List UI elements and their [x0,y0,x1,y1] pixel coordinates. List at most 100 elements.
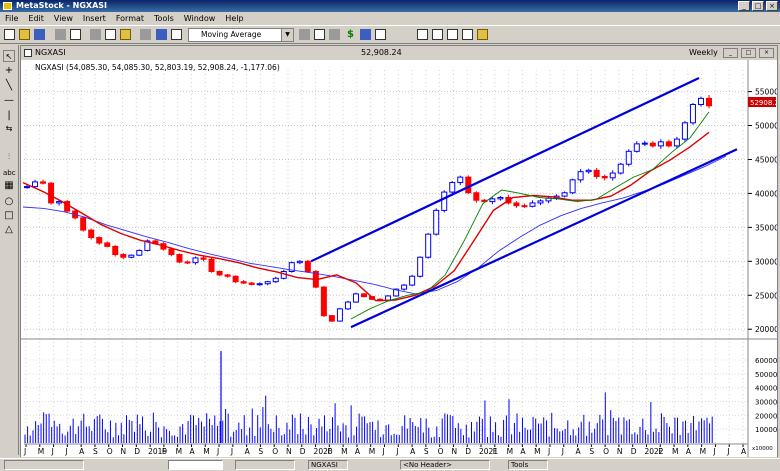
chart-window-icon [24,49,32,57]
price-candle [465,175,472,194]
move-icon[interactable] [156,29,167,40]
time-axis-label: S [589,447,594,456]
time-axis-label: F [658,447,662,456]
price-candle [352,292,359,303]
time-axis-label: S [424,447,429,456]
paste-icon[interactable] [120,29,131,40]
formula-icon[interactable] [375,29,386,40]
price-candle [112,245,119,257]
volume-axis-label: 60000 [755,357,777,365]
time-axis-label: O [438,447,444,456]
price-candle [625,149,632,167]
status-tools[interactable]: Tools [508,460,548,470]
text-tool-icon[interactable]: abc [3,167,16,179]
speed-lines-icon[interactable]: ⇆ [3,123,15,135]
time-axis-label: N [121,447,127,456]
explorer-icon[interactable] [329,29,340,40]
price-candle [441,190,448,213]
status-cell-blank [4,460,84,470]
expert-advisor-icon[interactable] [314,29,325,40]
time-axis-label: M [700,447,706,456]
price-candle [425,233,432,259]
close-button[interactable]: × [766,1,778,11]
time-axis-label: O [107,447,113,456]
cycle-lines-icon[interactable]: ⫶ [3,151,15,163]
chart-close-button[interactable]: × [759,48,774,58]
menu-file[interactable]: File [0,12,23,25]
price-candle [136,249,143,257]
print-icon[interactable] [55,29,66,40]
system-tester-icon[interactable]: $ [345,29,356,40]
menu-insert[interactable]: Insert [78,12,111,25]
pointer-icon[interactable]: ↖ [3,50,15,62]
chart-maximize-button[interactable]: □ [741,48,756,58]
menu-window[interactable]: Window [179,12,221,25]
price-axis-label: 35000 [755,223,777,232]
chevron-down-icon[interactable]: ▼ [281,29,293,41]
time-axis-label: F [327,447,331,456]
time-axis-label: J [51,447,54,456]
price-candle [232,275,239,284]
print-preview-icon[interactable] [70,29,81,40]
cascade-icon[interactable] [417,29,428,40]
price-candle [48,181,55,205]
time-axis-label: N [617,447,623,456]
layout-icon[interactable] [477,29,488,40]
optimization-icon[interactable] [360,29,371,40]
metastock-app-icon [3,2,12,10]
grid-tool-icon[interactable]: ▦ [3,180,15,192]
chart-window-titlebar[interactable]: NGXASI 52,908.24 Weekly _ □ × [21,46,777,61]
open-folder-icon[interactable] [19,29,30,40]
time-axis-label: O [603,447,609,456]
new-file-icon[interactable] [4,29,15,40]
save-icon[interactable] [34,29,45,40]
status-cell-tools [235,460,295,470]
price-candle [409,274,416,287]
price-candle [681,120,688,143]
copy-icon[interactable] [105,29,116,40]
status-layout[interactable]: <No Header> [400,460,490,470]
time-axis-label: S [258,447,263,456]
price-legend: NGXASI (54,085.30, 54,085.30, 52,803.19,… [35,63,280,72]
price-candle [208,257,215,273]
grid-icon[interactable] [462,29,473,40]
crosshair-icon[interactable]: + [3,65,15,77]
time-axis-label: J [382,447,385,456]
cut-icon[interactable] [90,29,101,40]
indicator-select[interactable]: Moving Average ▼ [188,28,294,42]
status-security[interactable]: NGXASI [308,460,348,470]
menu-view[interactable]: View [49,12,78,25]
time-axis-label: J [216,447,219,456]
time-axis-label: D [300,447,306,456]
ellipse-tool-icon[interactable]: ○ [3,196,15,208]
color-palette[interactable] [168,460,223,470]
triangle-tool-icon[interactable]: △ [3,224,15,236]
menu-tools[interactable]: Tools [149,12,179,25]
rectangle-tool-icon[interactable]: □ [3,210,15,222]
menu-help[interactable]: Help [220,12,248,25]
chart-minimize-button[interactable]: _ [723,48,738,58]
horizontal-line-icon[interactable]: — [3,95,15,107]
zoom-icon[interactable] [171,29,182,40]
time-axis-label: J [395,447,398,456]
time-axis-label: M [341,447,347,456]
chart-price-display: 52,908.24 [361,48,402,57]
tile-vertical-icon[interactable] [447,29,458,40]
minimize-button[interactable]: _ [738,1,750,11]
menu-edit[interactable]: Edit [23,12,49,25]
time-axis-label: A [520,447,526,456]
maximize-button[interactable]: □ [752,1,764,11]
undo-icon[interactable] [140,29,151,40]
indicator-icon[interactable] [299,29,310,40]
price-axis-label: 25000 [755,291,777,300]
price-axis-label: 55000 [755,88,777,97]
time-axis-label: M [369,447,375,456]
price-volume-chart[interactable]: NGXASI (54,085.30, 54,085.30, 52,803.19,… [21,60,777,457]
volume-axis-label: 20000 [755,412,777,420]
tile-horizontal-icon[interactable] [432,29,443,40]
menu-format[interactable]: Format [111,12,149,25]
trendline-tool-icon[interactable]: ╲ [3,80,15,92]
app-title: MetaStock - NGXASI [16,1,108,10]
vertical-line-icon[interactable]: | [3,110,15,122]
price-axis-label: 50000 [755,122,777,131]
